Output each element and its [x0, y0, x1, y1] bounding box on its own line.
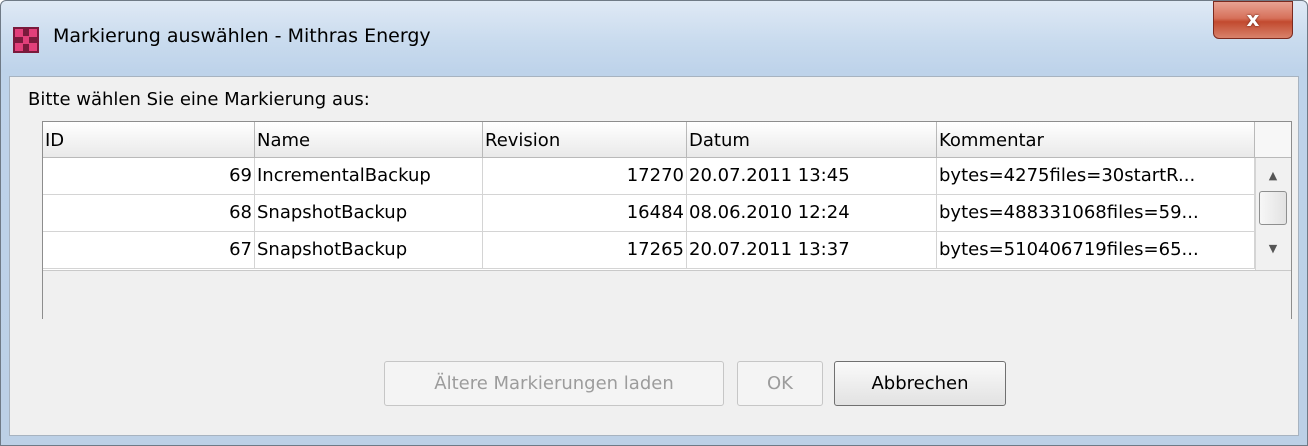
cell-kommentar: bytes=4275files=30startR...: [937, 158, 1255, 195]
cell-name: SnapshotBackup: [255, 232, 483, 269]
column-header-revision[interactable]: Revision: [483, 122, 687, 158]
scrollbar-thumb[interactable]: [1259, 191, 1287, 225]
column-header-name[interactable]: Name: [255, 122, 483, 158]
up-arrow-icon[interactable]: ▲: [1261, 165, 1285, 187]
cell-kommentar: bytes=488331068files=59...: [937, 195, 1255, 232]
table-row[interactable]: 69 IncrementalBackup 17270 20.07.2011 13…: [43, 158, 1255, 195]
cell-datum: 20.07.2011 13:37: [687, 232, 937, 269]
table-row[interactable]: 68 SnapshotBackup 16484 08.06.2010 12:24…: [43, 195, 1255, 232]
cell-datum: 20.07.2011 13:45: [687, 158, 937, 195]
title-bar[interactable]: Markierung auswählen - Mithras Energy x: [1, 1, 1307, 81]
dialog-prompt: Bitte wählen Sie eine Markierung aus:: [28, 89, 370, 110]
cell-datum: 08.06.2010 12:24: [687, 195, 937, 232]
cell-id: 68: [43, 195, 255, 232]
table-empty-area: [43, 270, 1291, 319]
down-arrow-icon[interactable]: ▼: [1261, 238, 1285, 260]
marker-table: ID Name Revision Datum Kommentar 69 Incr…: [42, 121, 1292, 319]
window-title: Markierung auswählen - Mithras Energy: [53, 25, 431, 47]
table-vertical-scrollbar[interactable]: ▲ ▼: [1255, 158, 1291, 270]
firstspirit-app-icon: [13, 27, 39, 53]
cell-id: 67: [43, 232, 255, 269]
table-body: 69 IncrementalBackup 17270 20.07.2011 13…: [43, 158, 1255, 270]
column-header-id[interactable]: ID: [43, 122, 255, 158]
cell-revision: 17265: [483, 232, 687, 269]
cell-revision: 17270: [483, 158, 687, 195]
ok-button[interactable]: OK: [737, 361, 823, 406]
load-older-markers-button[interactable]: Ältere Markierungen laden: [384, 361, 724, 406]
table-header: ID Name Revision Datum Kommentar: [43, 122, 1255, 158]
cell-kommentar: bytes=510406719files=65...: [937, 232, 1255, 269]
column-header-datum[interactable]: Datum: [687, 122, 937, 158]
close-button[interactable]: x: [1213, 1, 1293, 39]
cell-id: 69: [43, 158, 255, 195]
cell-name: IncrementalBackup: [255, 158, 483, 195]
cell-name: SnapshotBackup: [255, 195, 483, 232]
table-corner: [1255, 122, 1291, 158]
cancel-button[interactable]: Abbrechen: [834, 361, 1006, 406]
cell-revision: 16484: [483, 195, 687, 232]
table-row[interactable]: 67 SnapshotBackup 17265 20.07.2011 13:37…: [43, 232, 1255, 269]
column-header-kommentar[interactable]: Kommentar: [937, 122, 1255, 158]
close-icon: x: [1246, 7, 1260, 31]
